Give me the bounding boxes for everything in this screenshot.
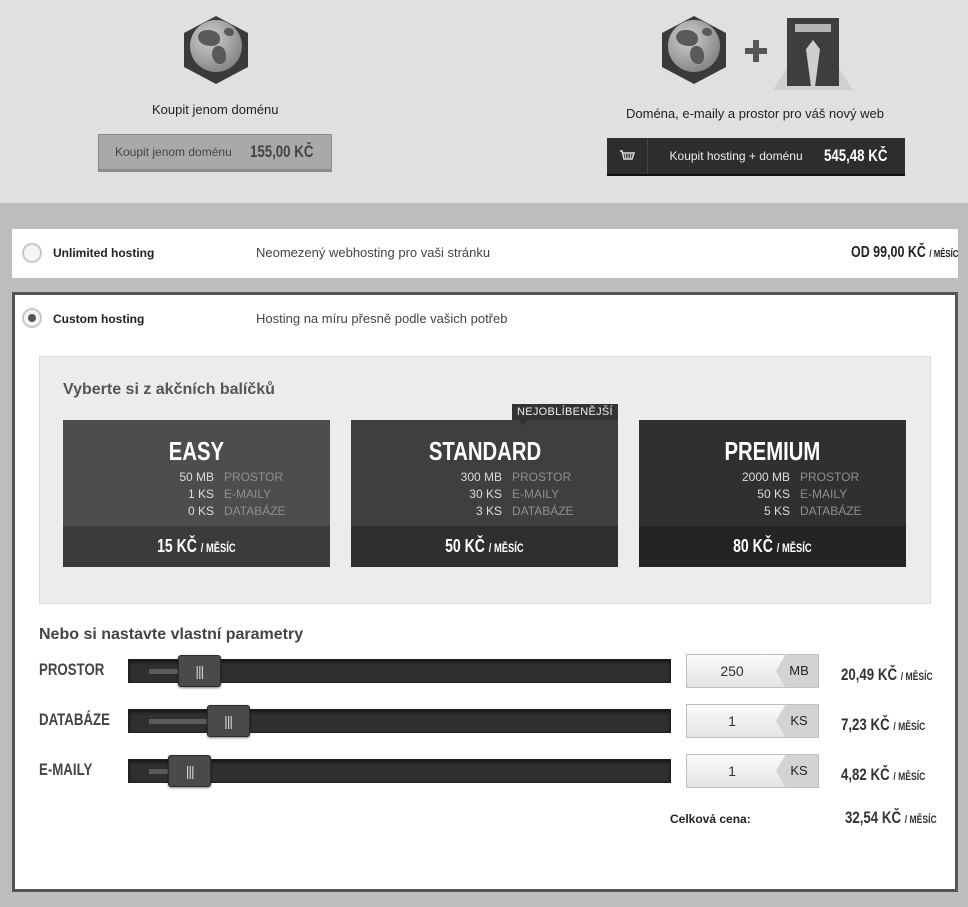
slider-handle[interactable]: |||	[206, 705, 250, 737]
package-name: EASY	[168, 436, 225, 466]
option-description: Neomezený webhosting pro vaši stránku	[256, 245, 491, 260]
domain-combo-label: Doména, e-maily a prostor pro váš nový w…	[626, 106, 884, 121]
package-name: STANDARD	[428, 436, 541, 466]
package-panel: Vyberte si z akčních balíčků EASY 50 MB P…	[39, 356, 931, 604]
most-popular-badge: NEJOBLÍBENĚJŠÍ	[512, 404, 618, 425]
slider-fill	[149, 719, 211, 724]
buy-domain-only-button-label: Koupit jenom doménu	[115, 145, 232, 159]
domain-only-label: Koupit jenom doménu	[152, 102, 279, 117]
option-title: Unlimited hosting	[53, 246, 155, 260]
param-label-emails: E-MAILY	[39, 760, 93, 779]
cart-icon	[607, 138, 648, 174]
option-price-unit: / MĚSÍC	[929, 249, 959, 260]
buy-hosting-domain-price: 545,48 KČ	[823, 146, 888, 165]
custom-hosting-radio[interactable]	[22, 308, 42, 328]
param-label-database: DATABÁZE	[39, 710, 110, 729]
total-price: 32,54 KČ / MĚSÍC	[845, 808, 937, 827]
package-price: 80 KČ / MĚSÍC	[639, 526, 906, 567]
slider-handle[interactable]: |||	[177, 655, 221, 687]
emails-input[interactable]: 1 KS	[686, 754, 819, 788]
emails-price: 4,82 KČ / MĚSÍC	[841, 765, 926, 784]
storage-input[interactable]: 250 MB	[686, 654, 819, 688]
unit-label: KS	[776, 755, 818, 787]
slider-handle[interactable]: |||	[168, 755, 212, 787]
buy-hosting-domain-button[interactable]: Koupit hosting + doménu 545,48 KČ	[607, 138, 905, 174]
unit-label: KS	[776, 705, 818, 737]
buy-domain-only-button[interactable]: Koupit jenom doménu 155,00 KČ	[98, 134, 332, 170]
package-price: 50 KČ / MĚSÍC	[351, 526, 618, 567]
storage-slider[interactable]: |||	[128, 655, 671, 687]
option-description: Hosting na míru přesně podle vašich potř…	[256, 311, 508, 326]
package-card-easy[interactable]: EASY 50 MB PROSTOR 1 KS E-MAILY 0 KS DATABÁ…	[63, 420, 330, 567]
unlimited-hosting-option[interactable]: Unlimited hosting Neomezený webhosting p…	[12, 229, 958, 278]
packages-title: Vyberte si z akčních balíčků	[63, 381, 275, 398]
storage-price: 20,49 KČ / MĚSÍC	[841, 665, 933, 684]
option-title: Custom hosting	[53, 312, 145, 326]
buy-domain-only-price: 155,00 KČ	[249, 142, 314, 161]
package-name: PREMIUM	[724, 436, 821, 466]
emails-slider[interactable]: |||	[128, 755, 671, 787]
plus-icon	[745, 40, 767, 62]
database-slider[interactable]: |||	[128, 705, 671, 737]
option-price: OD 99,00 KČ / MĚSÍC	[851, 244, 959, 261]
domain-offer-section: Koupit jenom doménu Koupit jenom doménu …	[0, 0, 968, 203]
total-label: Celková cena:	[670, 812, 751, 826]
buy-hosting-domain-button-label: Koupit hosting + doménu	[669, 149, 803, 163]
database-price: 7,23 KČ / MĚSÍC	[841, 715, 926, 734]
package-price: 15 KČ / MĚSÍC	[63, 526, 330, 567]
package-card-standard[interactable]: STANDARD 300 MB PROSTOR 30 KS E-MAILY 3 KS…	[351, 420, 618, 567]
slider-fill	[149, 669, 182, 674]
param-label-storage: PROSTOR	[39, 660, 105, 679]
custom-params-title: Nebo si nastavte vlastní parametry	[39, 626, 304, 643]
package-card-premium[interactable]: PREMIUM 2000 MB PROSTOR 50 KS E-MAILY 5 KS…	[639, 420, 906, 567]
globe-icon	[184, 16, 248, 84]
unit-label: MB	[776, 655, 818, 687]
server-icon	[773, 18, 853, 90]
database-input[interactable]: 1 KS	[686, 704, 819, 738]
globe-icon	[662, 16, 726, 84]
custom-hosting-option: Custom hosting Hosting na míru přesně po…	[12, 292, 958, 892]
unlimited-hosting-radio[interactable]	[22, 243, 42, 263]
